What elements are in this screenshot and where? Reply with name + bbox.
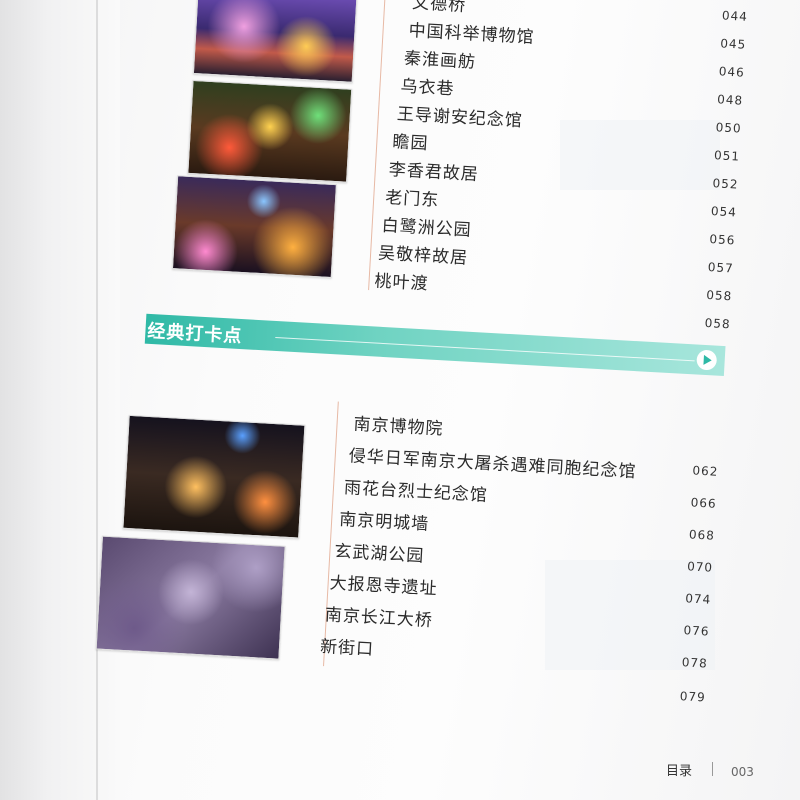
toc-item-name[interactable]: 吴敬梓故居 xyxy=(378,239,469,269)
toc-item-name[interactable]: 文德桥 xyxy=(412,0,467,16)
toc-item-page: 057 xyxy=(707,259,735,276)
photo-lantern-festival xyxy=(187,79,353,183)
photo-night-crowd xyxy=(171,175,337,278)
toc-item-page: 056 xyxy=(709,232,736,248)
toc-item-page: 058 xyxy=(705,287,733,304)
toc-item-name[interactable]: 瞻园 xyxy=(392,127,429,154)
toc-item-page: 052 xyxy=(712,176,739,192)
toc-item-page: 045 xyxy=(720,36,747,52)
toc-item-name[interactable]: 李香君故居 xyxy=(388,155,479,185)
toc-item-page: 048 xyxy=(716,92,744,108)
book-page: 文德桥 044 中国科举博物馆 045 秦淮画舫 046 乌衣巷 048 王导谢… xyxy=(0,0,800,800)
divider-line xyxy=(323,401,339,667)
page-number: 003 xyxy=(731,765,754,779)
toc-content: 文德桥 044 中国科举博物馆 045 秦淮画舫 046 乌衣巷 048 王导谢… xyxy=(0,0,800,800)
toc-item-name[interactable]: 南京长江大桥 xyxy=(324,600,433,631)
toc-item-name[interactable]: 新街口 xyxy=(320,632,375,660)
toc-item-page: 070 xyxy=(686,559,714,575)
toc-item-page: 046 xyxy=(718,64,746,80)
footer-separator xyxy=(712,762,713,776)
toc-item-page: 062 xyxy=(692,463,719,479)
toc-item-name[interactable]: 桃叶渡 xyxy=(374,266,429,294)
section-header: 经典打卡点 xyxy=(144,313,726,377)
toc-item-page: 058 xyxy=(704,315,732,332)
toc-item-name[interactable]: 中国科举博物馆 xyxy=(408,16,535,48)
toc-item-name[interactable]: 玄武湖公园 xyxy=(334,537,425,567)
toc-item-page: 068 xyxy=(688,527,716,543)
toc-item-page: 079 xyxy=(679,689,707,705)
toc-item-name[interactable]: 南京明城墙 xyxy=(339,505,430,535)
toc-item-name[interactable]: 雨花台烈士纪念馆 xyxy=(343,473,488,506)
toc-item-page: 051 xyxy=(713,148,741,164)
toc-item-page: 066 xyxy=(690,495,717,511)
toc-item-name[interactable]: 白鹭洲公园 xyxy=(381,211,472,241)
photo-city-aerial-purple xyxy=(95,535,286,660)
toc-item-page: 078 xyxy=(681,655,709,671)
toc-item-name[interactable]: 南京博物院 xyxy=(353,409,444,439)
toc-item-name[interactable]: 老门东 xyxy=(385,183,440,211)
photo-night-city-aerial xyxy=(122,414,306,539)
toc-item-name[interactable]: 王导谢安纪念馆 xyxy=(396,99,523,131)
toc-item-name[interactable]: 大报恩寺遗址 xyxy=(329,568,438,599)
toc-item-page: 076 xyxy=(683,623,710,639)
toc-item-page: 050 xyxy=(715,120,742,136)
footer-title: 目录 xyxy=(666,764,693,779)
toc-item-page: 054 xyxy=(710,204,738,220)
toc-item-name[interactable]: 秦淮画舫 xyxy=(404,44,477,73)
toc-item-page: 074 xyxy=(684,591,712,607)
toc-item-name[interactable]: 乌衣巷 xyxy=(400,72,455,100)
toc-item-page: 044 xyxy=(721,8,749,24)
section-title: 经典打卡点 xyxy=(146,320,243,348)
photo-night-river xyxy=(192,0,358,83)
